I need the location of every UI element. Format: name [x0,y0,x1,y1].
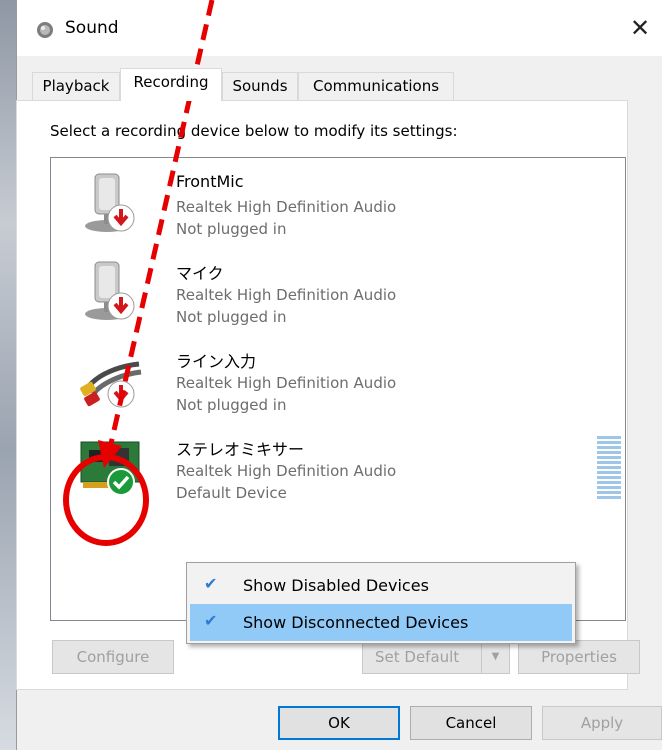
line-in-cable-icon [80,361,142,408]
window-title: Sound [65,18,119,38]
tab-recording[interactable]: Recording [120,68,222,101]
device-status: Not plugged in [176,308,287,326]
device-status: Not plugged in [176,396,287,414]
microphone-icon [85,173,135,232]
chevron-down-icon[interactable]: ▼ [481,641,509,673]
device-name: FrontMic [176,172,244,191]
set-default-button[interactable]: Set Default ▼ [362,640,510,674]
device-driver: Realtek High Definition Audio [176,286,397,304]
device-item[interactable]: ライン入力 Realtek High Definition Audio Not … [51,334,625,420]
device-name: マイク [176,264,224,283]
menu-item-label: Show Disabled Devices [243,576,429,595]
properties-button[interactable]: Properties [518,640,640,674]
device-item[interactable]: ステレオミキサー Realtek High Definition Audio D… [51,422,625,508]
tab-sounds[interactable]: Sounds [222,72,298,100]
device-status: Default Device [176,484,287,502]
device-driver: Realtek High Definition Audio [176,374,397,392]
tab-playback[interactable]: Playback [32,72,120,100]
sound-card-icon [80,441,140,496]
menu-item-label: Show Disconnected Devices [243,613,469,632]
context-menu: ✔ Show Disabled Devices ✔ Show Disconnec… [186,562,576,644]
microphone-icon [85,261,135,320]
checkmark-icon: ✔ [204,611,218,630]
checkmark-icon: ✔ [204,574,218,593]
title-bar[interactable]: Sound ✕ [17,0,662,56]
apply-button[interactable]: Apply [542,706,662,740]
speaker-icon [37,22,53,38]
ok-button[interactable]: OK [278,706,400,740]
device-list[interactable]: FrontMic Realtek High Definition Audio N… [50,157,626,621]
tab-communications[interactable]: Communications [298,72,454,100]
configure-button[interactable]: Configure [52,640,174,674]
device-name: ライン入力 [176,352,257,371]
device-item[interactable]: FrontMic Realtek High Definition Audio N… [51,158,625,244]
level-meter [597,436,621,502]
menu-item-show-disconnected[interactable]: ✔ Show Disconnected Devices [190,604,572,641]
cancel-button[interactable]: Cancel [410,706,532,740]
close-button[interactable]: ✕ [617,8,662,48]
instruction-text: Select a recording device below to modif… [50,122,458,140]
device-status: Not plugged in [176,220,287,238]
device-item[interactable]: マイク Realtek High Definition Audio Not pl… [51,246,625,332]
set-default-label: Set Default [375,648,460,666]
device-name: ステレオミキサー [176,440,305,459]
device-driver: Realtek High Definition Audio [176,462,397,480]
menu-item-show-disabled[interactable]: ✔ Show Disabled Devices [190,567,572,604]
device-driver: Realtek High Definition Audio [176,198,397,216]
